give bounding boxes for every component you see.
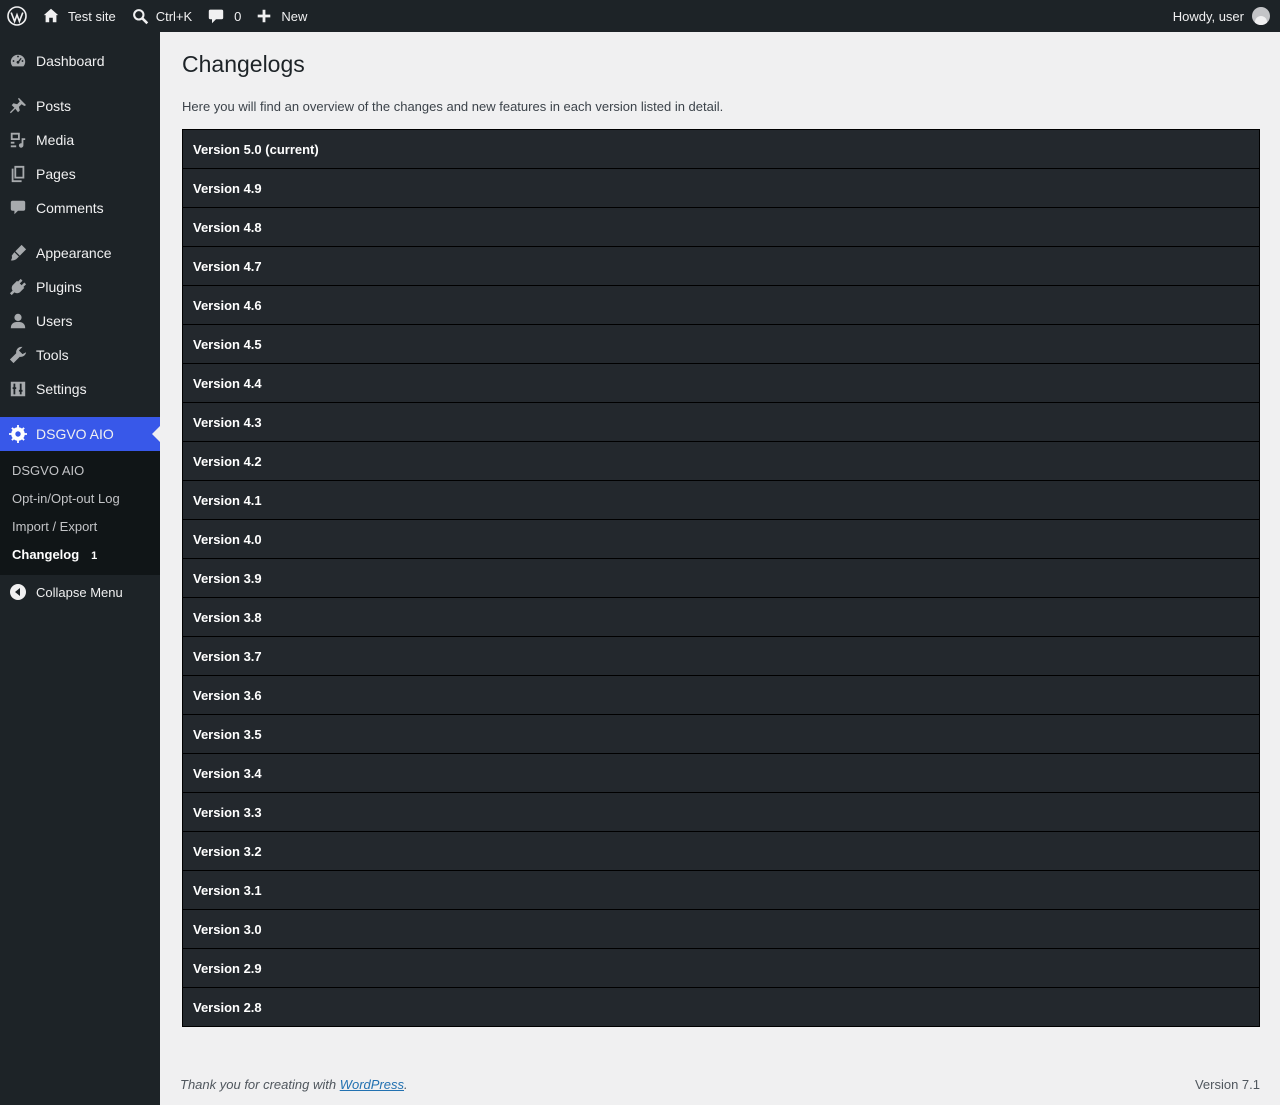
changelog-version-toggle[interactable]: Version 3.0 bbox=[183, 910, 1259, 949]
changelog-version-toggle[interactable]: Version 3.5 bbox=[183, 715, 1259, 754]
site-name-link[interactable]: Test site bbox=[34, 0, 124, 32]
sidebar-item-tools[interactable]: Tools bbox=[0, 338, 160, 372]
sidebar-item-appearance[interactable]: Appearance bbox=[0, 236, 160, 270]
sidebar-item-label: Posts bbox=[36, 98, 72, 114]
dsgvo-submenu: DSGVO AIO Opt-in/Opt-out Log Import / Ex… bbox=[0, 451, 160, 575]
footer-thanks-prefix: Thank you for creating with bbox=[180, 1077, 340, 1092]
sidebar-item-label: Tools bbox=[36, 347, 69, 363]
collapse-label: Collapse Menu bbox=[36, 584, 123, 600]
search-shortcut: Ctrl+K bbox=[155, 8, 193, 24]
sidebar-item-label: Pages bbox=[36, 166, 76, 182]
collapse-menu-button[interactable]: Collapse Menu bbox=[0, 575, 160, 609]
gear-icon bbox=[9, 425, 27, 443]
changelog-version-toggle[interactable]: Version 4.4 bbox=[183, 364, 1259, 403]
comment-icon bbox=[208, 9, 224, 24]
home-icon bbox=[43, 8, 59, 23]
changelog-version-toggle[interactable]: Version 4.7 bbox=[183, 247, 1259, 286]
changelog-version-toggle[interactable]: Version 4.5 bbox=[183, 325, 1259, 364]
sidebar-item-label: Users bbox=[36, 313, 73, 329]
changelog-version-toggle[interactable]: Version 3.6 bbox=[183, 676, 1259, 715]
sidebar-item-label: Settings bbox=[36, 381, 87, 397]
my-account-menu[interactable]: Howdy, user bbox=[1163, 0, 1280, 32]
sidebar-item-dashboard[interactable]: Dashboard bbox=[0, 44, 160, 78]
changelog-version-toggle[interactable]: Version 3.2 bbox=[183, 832, 1259, 871]
footer-thanks-suffix: . bbox=[404, 1077, 408, 1092]
changelog-version-toggle[interactable]: Version 3.3 bbox=[183, 793, 1259, 832]
plus-icon bbox=[258, 9, 271, 23]
sidebar-item-dsgvo-aio[interactable]: DSGVO AIO bbox=[0, 417, 160, 451]
changelog-version-toggle[interactable]: Version 3.4 bbox=[183, 754, 1259, 793]
wordpress-link[interactable]: WordPress bbox=[340, 1077, 404, 1092]
sidebar-item-pages[interactable]: Pages bbox=[0, 157, 160, 191]
changelog-version-toggle[interactable]: Version 4.3 bbox=[183, 403, 1259, 442]
submenu-item-opt-log[interactable]: Opt-in/Opt-out Log bbox=[12, 491, 120, 506]
comments-count: 0 bbox=[234, 8, 242, 24]
sidebar-item-plugins[interactable]: Plugins bbox=[0, 270, 160, 304]
sidebar-item-media[interactable]: Media bbox=[0, 123, 160, 157]
submenu-item-label: Changelog bbox=[12, 547, 80, 562]
new-content-button[interactable]: New bbox=[249, 0, 315, 32]
changelog-version-toggle[interactable]: Version 4.8 bbox=[183, 208, 1259, 247]
page-title: Changelogs bbox=[182, 51, 305, 77]
search-icon bbox=[132, 8, 148, 24]
sidebar-item-settings[interactable]: Settings bbox=[0, 372, 160, 406]
sidebar-item-label: Comments bbox=[36, 200, 104, 216]
sidebar-item-users[interactable]: Users bbox=[0, 304, 160, 338]
changelog-version-toggle[interactable]: Version 5.0 (current) bbox=[183, 130, 1259, 169]
sidebar-item-label: Appearance bbox=[36, 245, 112, 261]
wordpress-icon bbox=[7, 6, 27, 26]
sidebar-item-label: Plugins bbox=[36, 279, 82, 295]
media-icon bbox=[10, 132, 26, 148]
changelog-version-toggle[interactable]: Version 2.9 bbox=[183, 949, 1259, 988]
brush-icon bbox=[10, 244, 27, 261]
howdy-text: Howdy, user bbox=[1172, 8, 1244, 24]
submenu-item-changelog[interactable]: Changelog 1 bbox=[12, 547, 103, 565]
footer-thanks: Thank you for creating with WordPress. bbox=[180, 1077, 408, 1092]
wrench-icon bbox=[9, 346, 27, 364]
comment-icon bbox=[10, 200, 26, 215]
changelog-version-toggle[interactable]: Version 4.2 bbox=[183, 442, 1259, 481]
footer-version: Version 7.1 bbox=[1194, 1077, 1260, 1092]
plug-icon bbox=[9, 278, 27, 296]
intro-text: Here you will find an overview of the ch… bbox=[182, 99, 724, 114]
sidebar-item-label: DSGVO AIO bbox=[36, 426, 114, 442]
changelog-version-toggle[interactable]: Version 4.9 bbox=[183, 169, 1259, 208]
pages-icon bbox=[11, 165, 25, 183]
changelog-version-toggle[interactable]: Version 4.0 bbox=[183, 520, 1259, 559]
changelog-version-toggle[interactable]: Version 3.1 bbox=[183, 871, 1259, 910]
user-icon bbox=[10, 313, 26, 329]
changelog-version-toggle[interactable]: Version 3.7 bbox=[183, 637, 1259, 676]
dashboard-icon bbox=[10, 54, 26, 67]
submenu-item-import-export[interactable]: Import / Export bbox=[12, 519, 97, 534]
sidebar-item-label: Dashboard bbox=[36, 53, 105, 69]
sidebar-item-posts[interactable]: Posts bbox=[0, 89, 160, 123]
changelog-accordion: Version 5.0 (current) Version 4.9 Version … bbox=[182, 129, 1260, 1027]
new-label: New bbox=[281, 8, 308, 24]
main-content: Changelogs Here you will find an overvie… bbox=[160, 32, 1280, 1105]
submenu-item-dsgvo-aio[interactable]: DSGVO AIO bbox=[12, 463, 84, 478]
changelog-version-toggle[interactable]: Version 4.1 bbox=[183, 481, 1259, 520]
changelog-version-toggle[interactable]: Version 3.9 bbox=[183, 559, 1259, 598]
admin-bar: Test site Ctrl+K 0 New Howdy, user bbox=[0, 0, 1280, 32]
avatar bbox=[1252, 7, 1270, 25]
sidebar-item-comments[interactable]: Comments bbox=[0, 191, 160, 225]
changelog-version-toggle[interactable]: Version 4.6 bbox=[183, 286, 1259, 325]
sidebar-item-label: Media bbox=[36, 132, 75, 148]
settings-icon bbox=[10, 381, 26, 397]
changelog-version-toggle[interactable]: Version 2.8 bbox=[183, 988, 1259, 1026]
command-palette-button[interactable]: Ctrl+K bbox=[124, 0, 200, 32]
site-name: Test site bbox=[68, 8, 116, 24]
comments-link[interactable]: 0 bbox=[200, 0, 249, 32]
collapse-icon bbox=[10, 584, 26, 600]
update-count-badge: 1 bbox=[91, 550, 98, 562]
admin-sidebar: Dashboard Posts Media Pages Comments App… bbox=[0, 32, 160, 1105]
changelog-version-toggle[interactable]: Version 3.8 bbox=[183, 598, 1259, 637]
pin-icon bbox=[9, 97, 27, 114]
wordpress-logo-button[interactable] bbox=[0, 0, 34, 32]
